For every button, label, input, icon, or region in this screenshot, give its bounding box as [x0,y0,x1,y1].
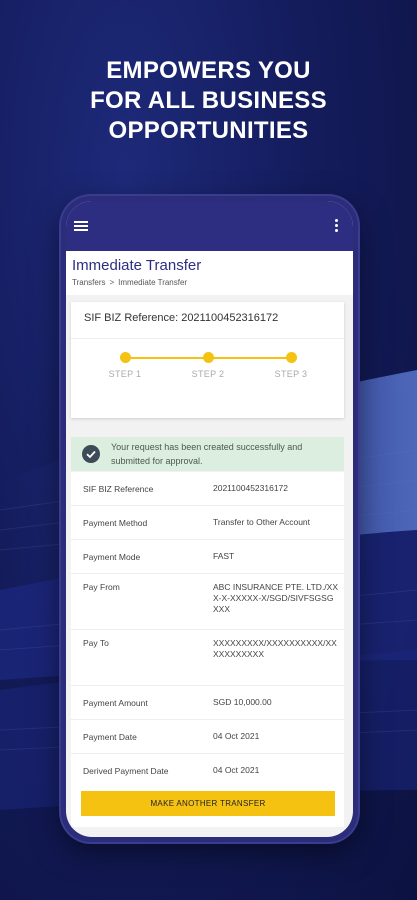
detail-label: SIF BIZ Reference [83,483,154,494]
success-message: Your request has been created successful… [111,442,303,466]
detail-row: Pay To XXXXXXXXX/XXXXXXXXXX/XXXXXXXXXXX [71,630,344,686]
step-label: STEP 2 [191,369,225,379]
page-header: Immediate Transfer Transfers > Immediate T… [66,251,353,295]
hero-heading: EMPOWERS YOU FOR ALL BUSINESS OPPORTUNIT… [0,56,417,146]
breadcrumb-transfers[interactable]: Transfers [72,278,106,287]
success-banner: Your request has been created successful… [71,437,344,471]
detail-row: Pay From ABC INSURANCE PTE. LTD./XXX-X-X… [71,574,344,630]
detail-label: Derived Payment Date [83,765,169,776]
detail-label: Payment Mode [83,551,141,562]
step-dot [285,352,297,363]
detail-label: Pay From [83,582,120,592]
detail-value: FAST [213,551,235,561]
detail-label: Payment Amount [83,697,148,708]
transfer-details: SIF BIZ Reference 2021100452316172 Payme… [71,472,344,787]
step-label: STEP 3 [274,369,308,379]
breadcrumb-immediate-transfer: Immediate Transfer [118,278,188,287]
detail-row: Payment Date 04 Oct 2021 [71,720,344,754]
hero-line-2: FOR ALL BUSINESS [90,87,327,114]
reference-card: SIF BIZ Reference: 2021100452316172 STEP… [71,302,344,418]
divider [71,338,344,339]
detail-label: Pay To [83,638,109,648]
step-3: STEP 3 [261,352,321,379]
detail-value: 04 Oct 2021 [213,731,260,741]
make-another-transfer-button[interactable]: MAKE ANOTHER TRANSFER [81,791,335,816]
more-vertical-icon[interactable] [335,219,339,234]
detail-row: Payment Method Transfer to Other Account [71,506,344,540]
detail-label: Payment Method [83,517,148,528]
detail-value: 2021100452316172 [213,483,289,493]
detail-value: XXXXXXXXX/XXXXXXXXXX/XXXXXXXXXXX [213,638,337,659]
hero-line-3: OPPORTUNITIES [108,117,309,144]
step-1: STEP 1 [95,352,155,379]
step-dot [119,352,131,363]
app-bar [66,201,353,251]
detail-value: Transfer to Other Account [213,517,311,527]
step-label: STEP 1 [108,369,142,379]
action-area: MAKE ANOTHER TRANSFER [71,783,344,827]
step-2: STEP 2 [178,352,238,379]
detail-value: ABC INSURANCE PTE. LTD./XXX-X-XXXXX-X/SG… [213,582,339,614]
page-title: Immediate Transfer [72,257,202,274]
detail-row: SIF BIZ Reference 2021100452316172 [71,472,344,506]
breadcrumb: Transfers > Immediate Transfer [72,278,347,287]
detail-value: 04 Oct 2021 [213,765,260,775]
detail-row: Payment Mode FAST [71,540,344,574]
hero-line-1: EMPOWERS YOU [106,57,311,84]
step-dot [202,352,214,363]
hamburger-icon[interactable] [74,221,88,231]
check-circle-icon [82,445,100,463]
phone-screen: Immediate Transfer Transfers > Immediate T… [66,201,353,837]
progress-stepper: STEP 1 STEP 2 STEP 3 [71,348,344,388]
detail-value: SGD 10,000.00 [213,697,272,707]
detail-row: Payment Amount SGD 10,000.00 [71,686,344,720]
breadcrumb-separator: > [109,278,115,287]
detail-label: Payment Date [83,731,137,742]
reference-text: SIF BIZ Reference: 2021100452316172 [84,312,279,324]
